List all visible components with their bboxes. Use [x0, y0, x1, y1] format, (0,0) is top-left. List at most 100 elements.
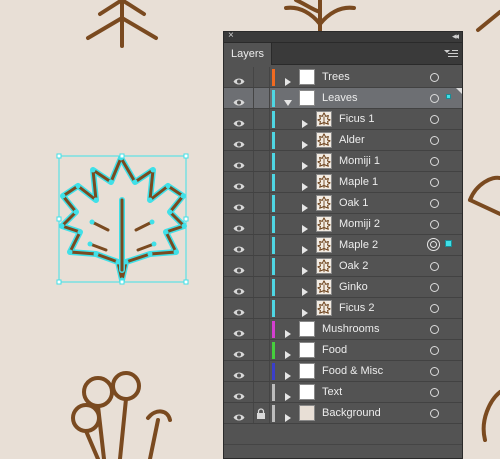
layer-row[interactable]: Mushrooms	[224, 319, 462, 340]
selection-indicator[interactable]	[445, 240, 452, 247]
layer-name[interactable]: Food & Misc	[322, 361, 383, 382]
triangle-right-icon[interactable]	[284, 73, 292, 86]
triangle-right-icon[interactable]	[301, 220, 309, 233]
layer-name[interactable]: Food	[322, 340, 347, 361]
triangle-right-icon[interactable]	[284, 388, 292, 401]
eye-icon[interactable]	[233, 94, 245, 106]
layer-name[interactable]: Maple 1	[339, 172, 378, 193]
layer-row[interactable]: Leaves	[224, 88, 462, 109]
target-circle-icon[interactable]	[430, 94, 439, 103]
lock-toggle[interactable]	[256, 218, 266, 230]
eye-icon[interactable]	[233, 241, 245, 253]
layer-name[interactable]: Alder	[339, 130, 365, 151]
target-circle-icon[interactable]	[430, 346, 439, 355]
layer-row[interactable]: Food & Misc	[224, 361, 462, 382]
lock-toggle[interactable]	[256, 197, 266, 209]
triangle-right-icon[interactable]	[301, 136, 309, 149]
layer-name[interactable]: Oak 1	[339, 193, 368, 214]
layer-name[interactable]: Text	[322, 382, 342, 403]
eye-icon[interactable]	[233, 199, 245, 211]
layer-name[interactable]: Ficus 1	[339, 109, 374, 130]
lock-toggle[interactable]	[256, 113, 266, 125]
triangle-right-icon[interactable]	[301, 283, 309, 296]
target-circle-icon[interactable]	[430, 325, 439, 334]
triangle-right-icon[interactable]	[284, 367, 292, 380]
layer-name[interactable]: Leaves	[322, 88, 357, 109]
layer-name[interactable]: Momiji 1	[339, 151, 380, 172]
layer-row[interactable]: Momiji 2	[224, 214, 462, 235]
target-circle-icon[interactable]	[430, 136, 439, 145]
layer-row[interactable]: Text	[224, 382, 462, 403]
eye-icon[interactable]	[233, 283, 245, 295]
lock-toggle[interactable]	[256, 260, 266, 272]
eye-icon[interactable]	[233, 367, 245, 379]
lock-toggle[interactable]	[256, 344, 266, 356]
lock-toggle[interactable]	[256, 302, 266, 314]
layer-row[interactable]: Food	[224, 340, 462, 361]
triangle-right-icon[interactable]	[301, 262, 309, 275]
triangle-right-icon[interactable]	[284, 325, 292, 338]
panel-titlebar[interactable]: × ◂◂	[224, 29, 462, 43]
lock-toggle[interactable]	[256, 365, 266, 377]
maple-leaf-artwork[interactable]	[56, 153, 189, 285]
layer-name[interactable]: Mushrooms	[322, 319, 379, 340]
lock-toggle[interactable]	[256, 176, 266, 188]
triangle-right-icon[interactable]	[284, 409, 292, 422]
target-circle-icon[interactable]	[430, 388, 439, 397]
layer-row[interactable]: Ficus 2	[224, 298, 462, 319]
layer-name[interactable]: Ginko	[339, 277, 368, 298]
eye-icon[interactable]	[233, 178, 245, 190]
lock-icon[interactable]	[256, 407, 266, 419]
lock-toggle[interactable]	[256, 239, 266, 251]
lock-toggle[interactable]	[256, 281, 266, 293]
tab-layers[interactable]: Layers	[224, 43, 272, 65]
layer-name[interactable]: Momiji 2	[339, 214, 380, 235]
eye-icon[interactable]	[233, 346, 245, 358]
panel-menu-icon[interactable]	[444, 48, 458, 60]
layer-name[interactable]: Oak 2	[339, 256, 368, 277]
lock-toggle[interactable]	[256, 71, 266, 83]
layer-name[interactable]: Background	[322, 403, 381, 424]
target-circle-icon[interactable]	[430, 283, 439, 292]
eye-icon[interactable]	[233, 157, 245, 169]
triangle-right-icon[interactable]	[301, 241, 309, 254]
target-circle-icon[interactable]	[430, 157, 439, 166]
layer-row[interactable]: Alder	[224, 130, 462, 151]
target-circle-icon[interactable]	[430, 367, 439, 376]
triangle-down-icon[interactable]	[284, 94, 292, 106]
eye-icon[interactable]	[233, 304, 245, 316]
triangle-right-icon[interactable]	[301, 115, 309, 128]
lock-toggle[interactable]	[256, 386, 266, 398]
eye-icon[interactable]	[233, 388, 245, 400]
eye-icon[interactable]	[233, 220, 245, 232]
eye-icon[interactable]	[233, 409, 245, 421]
target-circle-icon[interactable]	[430, 220, 439, 229]
layer-row[interactable]: Ficus 1	[224, 109, 462, 130]
target-circle-icon[interactable]	[430, 304, 439, 313]
layer-row[interactable]: Oak 1	[224, 193, 462, 214]
layer-row[interactable]: Background	[224, 403, 462, 424]
eye-icon[interactable]	[233, 115, 245, 127]
triangle-right-icon[interactable]	[284, 346, 292, 359]
eye-icon[interactable]	[233, 73, 245, 85]
lock-toggle[interactable]	[256, 155, 266, 167]
target-circle-icon[interactable]	[430, 262, 439, 271]
triangle-right-icon[interactable]	[301, 304, 309, 317]
lock-toggle[interactable]	[256, 92, 266, 104]
eye-icon[interactable]	[233, 325, 245, 337]
layer-row[interactable]: Trees	[224, 67, 462, 88]
lock-toggle[interactable]	[256, 134, 266, 146]
layer-row[interactable]: Maple 1	[224, 172, 462, 193]
layer-name[interactable]: Trees	[322, 67, 350, 88]
triangle-right-icon[interactable]	[301, 157, 309, 170]
target-circle-icon[interactable]	[430, 409, 439, 418]
layer-name[interactable]: Ficus 2	[339, 298, 374, 319]
target-circle-icon[interactable]	[427, 238, 440, 251]
layer-row[interactable]: Ginko	[224, 277, 462, 298]
selection-indicator[interactable]	[446, 94, 451, 99]
layer-row[interactable]: Oak 2	[224, 256, 462, 277]
lock-toggle[interactable]	[256, 323, 266, 335]
close-icon[interactable]: ×	[228, 29, 234, 43]
eye-icon[interactable]	[233, 262, 245, 274]
target-circle-icon[interactable]	[430, 199, 439, 208]
